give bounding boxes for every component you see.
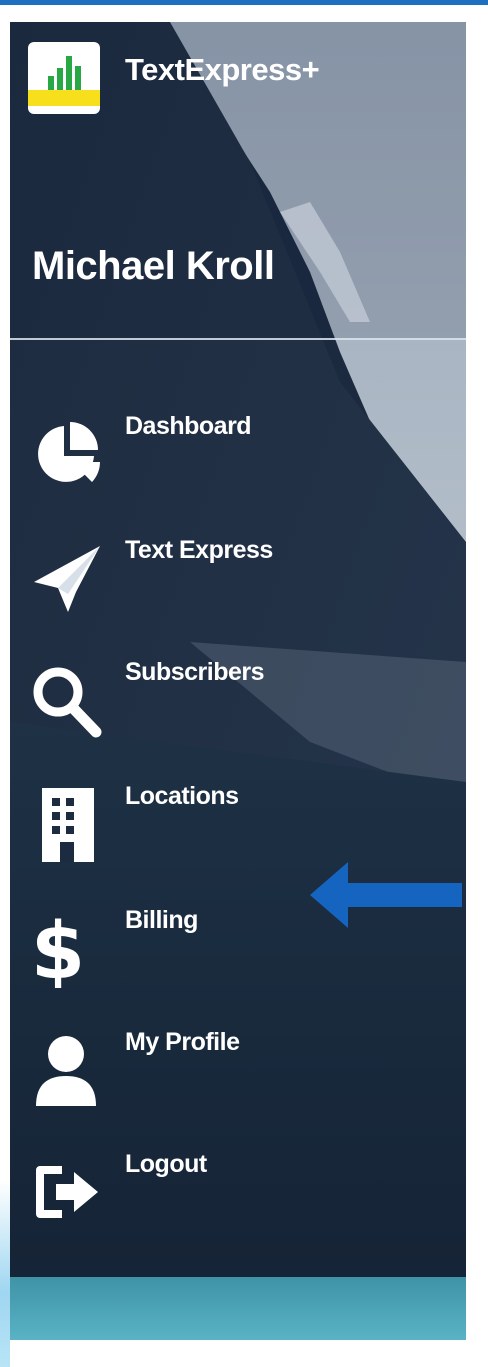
app-title: TextExpress+ bbox=[125, 52, 320, 87]
sidebar-item-logout[interactable]: Logout bbox=[10, 1142, 466, 1252]
user-name: Michael Kroll bbox=[32, 244, 275, 288]
annotation-arrow-icon bbox=[310, 862, 462, 928]
paper-plane-icon bbox=[34, 546, 100, 612]
sidebar-item-label: Billing bbox=[125, 906, 198, 934]
sidebar-item-label: My Profile bbox=[125, 1028, 240, 1056]
pie-chart-icon bbox=[38, 422, 100, 482]
building-icon bbox=[42, 788, 94, 862]
top-accent-rule bbox=[0, 0, 488, 5]
left-accent-glow bbox=[0, 1180, 10, 1367]
sidebar-item-label: Logout bbox=[125, 1150, 207, 1178]
sidebar-item-label: Locations bbox=[125, 782, 239, 810]
sidebar-item-label: Text Express bbox=[125, 536, 273, 564]
dollar-icon: $ bbox=[31, 908, 85, 988]
sidebar: TextExpress+ Michael Kroll Dashboard Tex… bbox=[10, 22, 466, 1340]
header-divider bbox=[10, 338, 466, 340]
sidebar-item-label: Subscribers bbox=[125, 658, 265, 686]
sidebar-item-text-express[interactable]: Text Express bbox=[10, 528, 466, 638]
bar-chart-logo-icon[interactable] bbox=[28, 42, 100, 114]
svg-text:$: $ bbox=[31, 908, 85, 988]
sidebar-item-subscribers[interactable]: Subscribers bbox=[10, 650, 466, 760]
user-icon bbox=[36, 1036, 96, 1106]
search-icon bbox=[33, 667, 102, 738]
sidebar-item-label: Dashboard bbox=[125, 412, 252, 440]
sign-out-icon bbox=[36, 1166, 98, 1218]
sidebar-item-my-profile[interactable]: My Profile bbox=[10, 1020, 466, 1130]
sidebar-item-dashboard[interactable]: Dashboard bbox=[10, 404, 466, 514]
